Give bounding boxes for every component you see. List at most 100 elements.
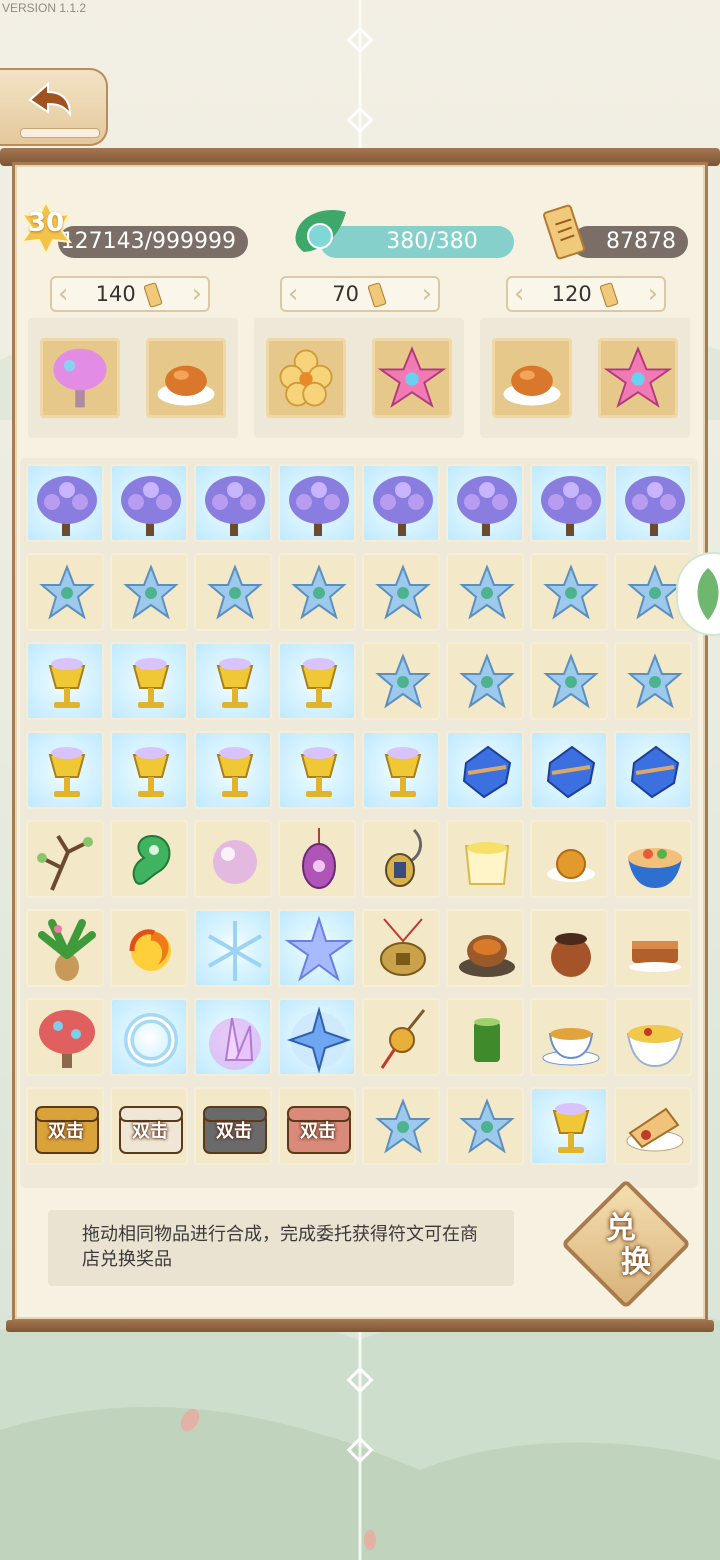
- board-cell[interactable]: [362, 909, 440, 987]
- board-cell[interactable]: [614, 1087, 692, 1165]
- ice-pendant-icon: [375, 653, 431, 709]
- board-cell[interactable]: [110, 731, 188, 809]
- order-price-value: 120: [551, 282, 592, 306]
- order-slot: [146, 338, 226, 418]
- board-cell[interactable]: [530, 553, 608, 631]
- order-box-3[interactable]: [480, 318, 690, 438]
- board-cell[interactable]: [362, 820, 440, 898]
- board-cell[interactable]: [362, 731, 440, 809]
- ice-pendant-icon: [627, 653, 683, 709]
- board-cell[interactable]: [530, 909, 608, 987]
- palm-tree-icon: [38, 919, 96, 981]
- board-cell[interactable]: [362, 553, 440, 631]
- board-cell[interactable]: 双击: [26, 1087, 104, 1165]
- board-cell[interactable]: [530, 1087, 608, 1165]
- board-cell[interactable]: [614, 731, 692, 809]
- version-label: VERSION 1.1.2: [2, 1, 87, 15]
- board-cell[interactable]: [278, 642, 356, 720]
- jade-magatama-icon: [132, 834, 171, 885]
- board-cell[interactable]: [530, 642, 608, 720]
- talisman-scroll-icon: [600, 282, 619, 308]
- board-cell[interactable]: [530, 464, 608, 542]
- hint-box: 拖动相同物品进行合成，完成委托获得符文可在商店兑换奖品: [48, 1210, 514, 1286]
- board-cell[interactable]: [446, 553, 524, 631]
- board-cell[interactable]: [26, 909, 104, 987]
- board-cell[interactable]: [26, 998, 104, 1076]
- board-cell[interactable]: [26, 820, 104, 898]
- back-button[interactable]: [0, 68, 108, 146]
- board-cell[interactable]: [26, 553, 104, 631]
- crystal-cluster-icon: [209, 1017, 261, 1070]
- board-cell[interactable]: [26, 731, 104, 809]
- order-price-3: ‹ 120 ›: [506, 276, 666, 312]
- board-cell[interactable]: [110, 998, 188, 1076]
- board-cell[interactable]: [278, 820, 356, 898]
- board-cell[interactable]: [110, 642, 188, 720]
- soup-bowl-icon: [459, 935, 515, 977]
- wisteria-tree-icon: [289, 476, 349, 536]
- board-cell[interactable]: [110, 820, 188, 898]
- board-cell[interactable]: [530, 731, 608, 809]
- board-cell[interactable]: [362, 998, 440, 1076]
- order-slot: [372, 338, 452, 418]
- board-cell[interactable]: 双击: [194, 1087, 272, 1165]
- clay-pot-icon: [551, 933, 591, 977]
- spring-roll-icon: [626, 1107, 684, 1152]
- board-cell[interactable]: [194, 731, 272, 809]
- board-cell[interactable]: [278, 553, 356, 631]
- board-cell[interactable]: [194, 909, 272, 987]
- board-cell[interactable]: [530, 998, 608, 1076]
- board-cell[interactable]: [446, 820, 524, 898]
- board-cell[interactable]: 双击: [110, 1087, 188, 1165]
- wisteria-tree-icon: [625, 476, 685, 536]
- board-cell[interactable]: [278, 731, 356, 809]
- board-cell[interactable]: [614, 642, 692, 720]
- board-cell[interactable]: [194, 642, 272, 720]
- order-slot: [40, 338, 120, 418]
- board-cell[interactable]: [614, 464, 692, 542]
- board-cell[interactable]: [278, 909, 356, 987]
- talisman-scroll-icon: [367, 282, 386, 308]
- board-cell[interactable]: [362, 464, 440, 542]
- board-cell[interactable]: [194, 464, 272, 542]
- board-cell[interactable]: [194, 820, 272, 898]
- branch-icon: [37, 834, 93, 891]
- yellow-flower-icon: [279, 349, 333, 407]
- mooncake-icon: [547, 849, 595, 882]
- order-price-1: ‹ 140 ›: [50, 276, 210, 312]
- board-cell[interactable]: [278, 998, 356, 1076]
- ice-pendant-icon: [375, 1098, 431, 1154]
- board-cell[interactable]: [446, 464, 524, 542]
- board-cell[interactable]: [446, 731, 524, 809]
- board-cell[interactable]: [26, 464, 104, 542]
- order-box-1[interactable]: [28, 318, 238, 438]
- board-cell[interactable]: [614, 998, 692, 1076]
- talisman-scroll-icon: [144, 282, 163, 308]
- order-slot: [598, 338, 678, 418]
- board-cell[interactable]: [362, 1087, 440, 1165]
- board-cell[interactable]: [110, 553, 188, 631]
- board-cell[interactable]: [194, 553, 272, 631]
- board-cell[interactable]: [446, 909, 524, 987]
- board-cell[interactable]: 双击: [278, 1087, 356, 1165]
- board-cell[interactable]: [194, 998, 272, 1076]
- board-cell[interactable]: [26, 642, 104, 720]
- golden-goblet-icon: [300, 747, 338, 797]
- panel-bottom-beam: [6, 1320, 714, 1332]
- board-cell[interactable]: [362, 642, 440, 720]
- board-cell[interactable]: [110, 909, 188, 987]
- board-cell[interactable]: [530, 820, 608, 898]
- board-cell[interactable]: [614, 820, 692, 898]
- tea-cup-icon: [542, 1028, 600, 1066]
- board-cell[interactable]: [614, 909, 692, 987]
- board-cell[interactable]: [446, 1087, 524, 1165]
- board-cell[interactable]: [446, 642, 524, 720]
- order-box-2[interactable]: [254, 318, 464, 438]
- merge-board: 双击 双击 双击 双击: [20, 458, 698, 1188]
- exchange-button-label[interactable]: 兑 换: [584, 1212, 668, 1280]
- board-cell[interactable]: [110, 464, 188, 542]
- golden-goblet-icon: [132, 747, 170, 797]
- board-cell[interactable]: [446, 998, 524, 1076]
- board-cell[interactable]: [278, 464, 356, 542]
- ice-pendant-icon: [123, 564, 179, 620]
